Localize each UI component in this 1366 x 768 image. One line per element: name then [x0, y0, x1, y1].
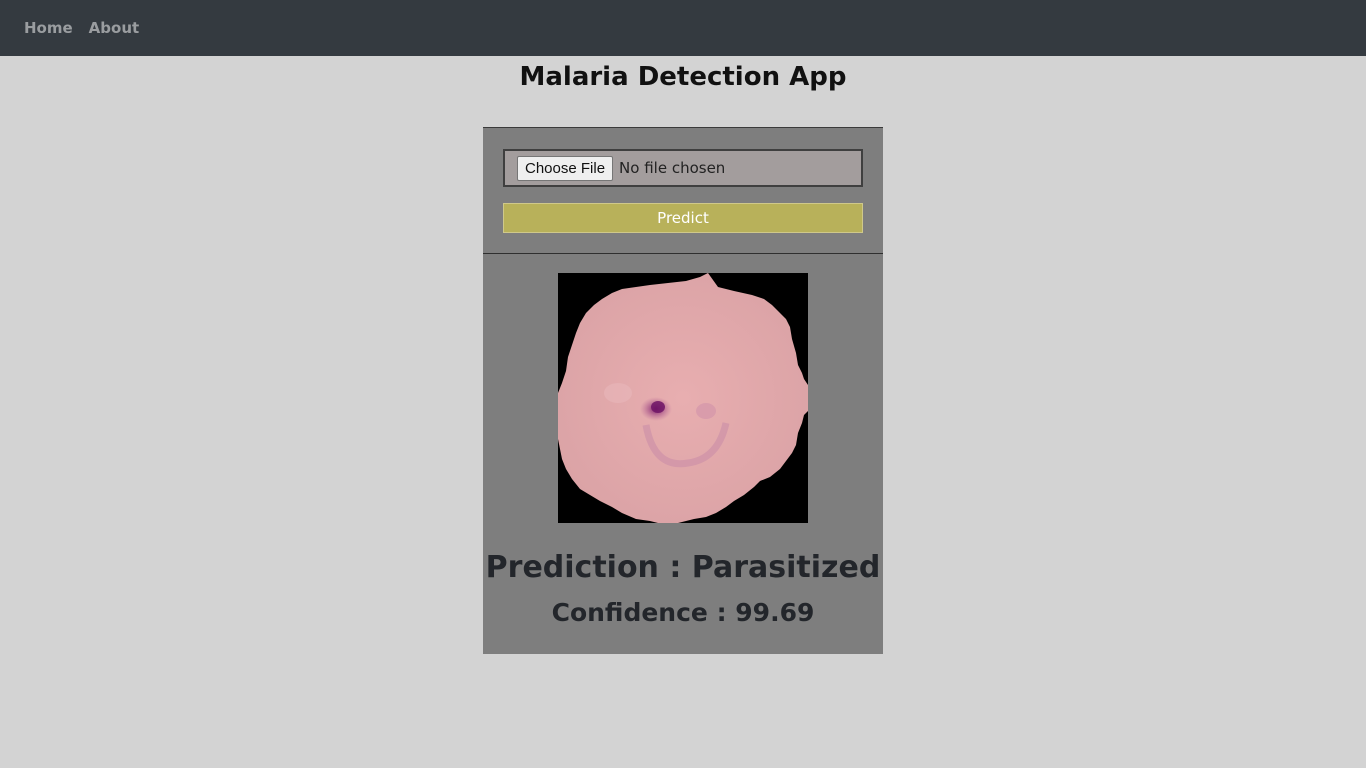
prediction-result: Prediction : Parasitized [485, 550, 881, 585]
file-input[interactable]: Choose File No file chosen [503, 149, 863, 187]
confidence-result: Confidence : 99.69 [551, 598, 815, 627]
choose-file-button[interactable]: Choose File [517, 155, 614, 181]
card-divider [483, 253, 883, 254]
navbar: Home About [0, 0, 1366, 56]
nav-link-home[interactable]: Home [24, 19, 73, 37]
page-title: Malaria Detection App [519, 62, 847, 92]
predict-button[interactable]: Predict [503, 203, 863, 233]
file-status-text: No file chosen [619, 159, 726, 177]
nav-link-about[interactable]: About [89, 19, 140, 37]
prediction-card: Choose File No file chosen Predict Predi… [483, 127, 883, 654]
uploaded-cell-image [558, 273, 808, 523]
